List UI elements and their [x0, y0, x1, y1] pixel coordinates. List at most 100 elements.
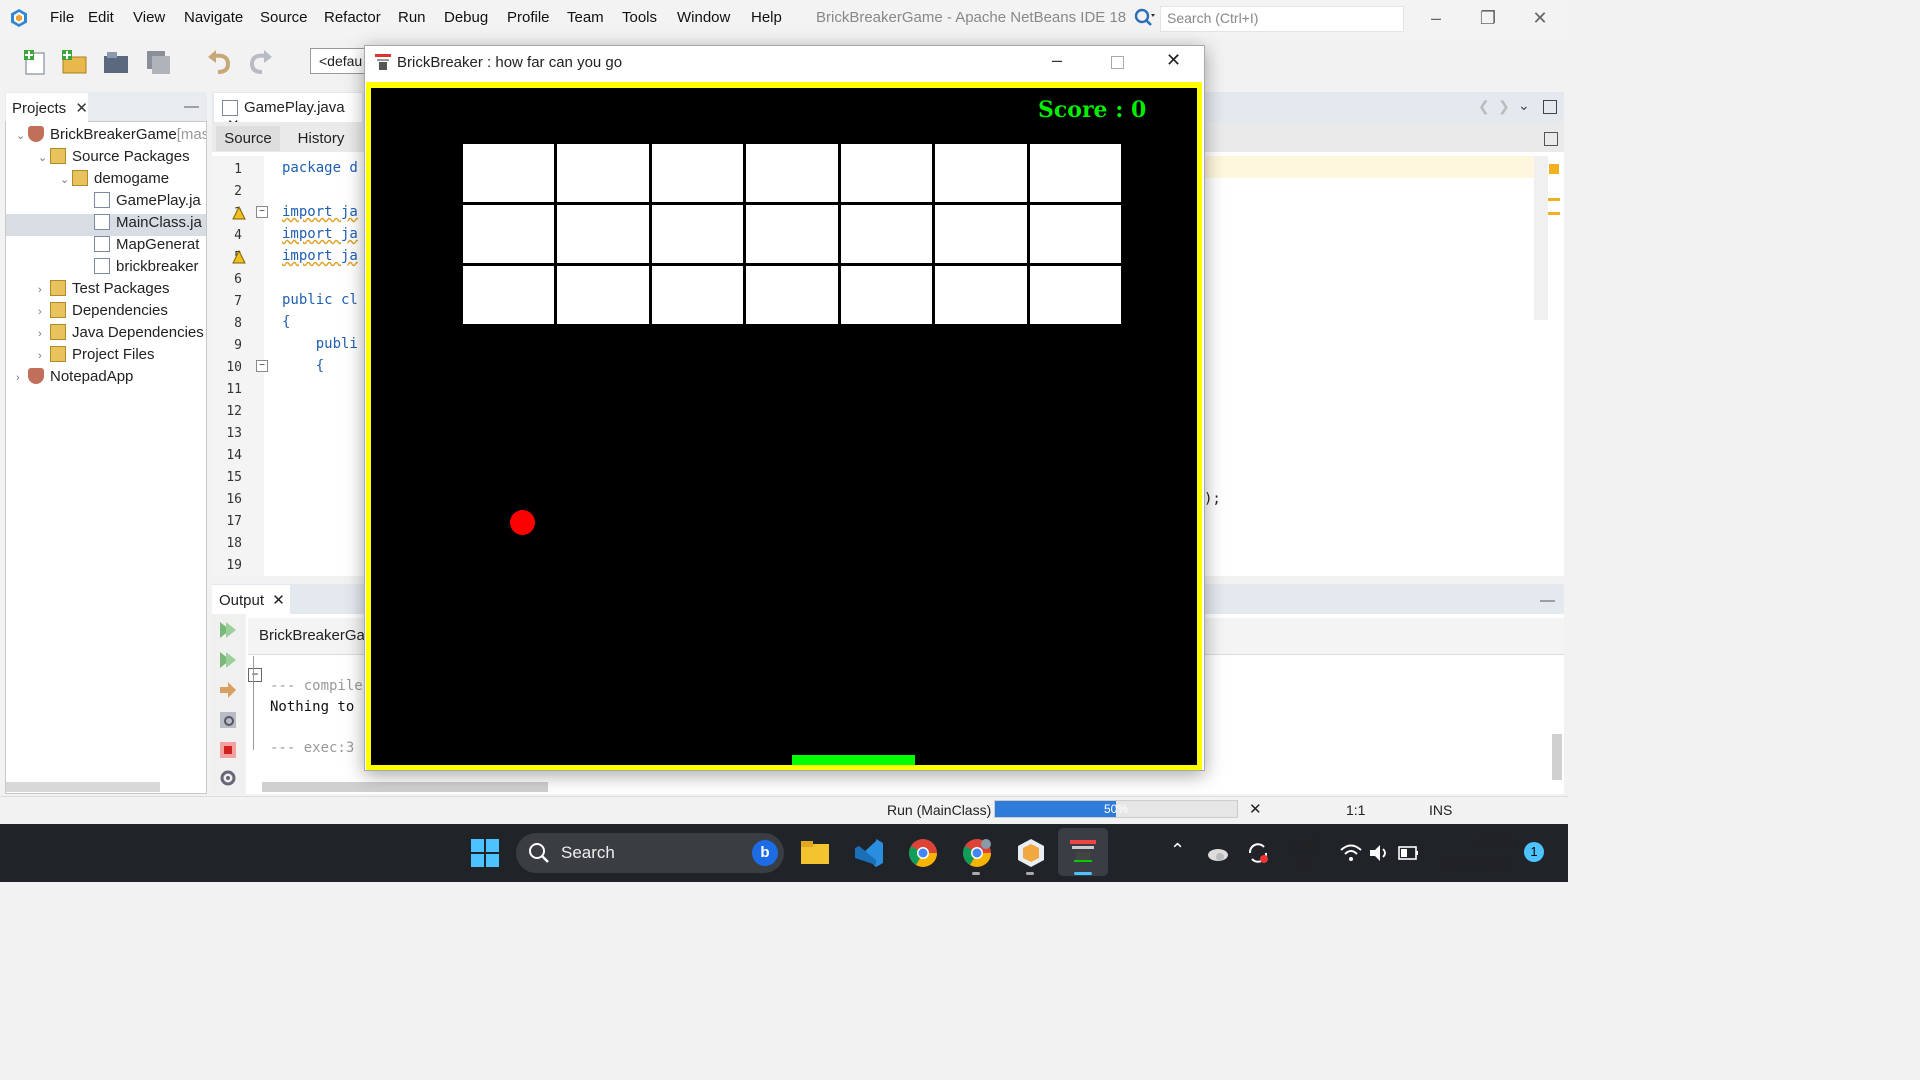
onedrive-cloud-icon[interactable]	[1206, 843, 1230, 863]
language-indicator-bottom[interactable]: IN	[1296, 855, 1310, 871]
menu-window[interactable]: Window	[677, 9, 730, 26]
chevron-down-icon[interactable]: ⌄	[60, 173, 72, 186]
tab-gameplay-java[interactable]: GamePlay.java ✕	[214, 93, 362, 134]
vscode-icon[interactable]	[854, 838, 884, 868]
menu-navigate[interactable]: Navigate	[184, 9, 243, 26]
maximize-window-icon[interactable]	[1543, 100, 1557, 114]
menu-profile[interactable]: Profile	[507, 9, 550, 26]
scroll-tabs-left-icon[interactable]: ❮	[1478, 98, 1490, 115]
warning-stripe-marker[interactable]	[1548, 212, 1560, 215]
chrome-profile-icon[interactable]	[962, 838, 992, 868]
tree-item[interactable]: GamePlay.ja	[6, 192, 206, 214]
tree-item[interactable]: MapGenerat	[6, 236, 206, 258]
volume-icon[interactable]	[1368, 843, 1390, 863]
warning-hint-icon[interactable]	[232, 206, 246, 220]
minimize-button[interactable]: –	[1416, 6, 1456, 32]
menu-team[interactable]: Team	[567, 9, 604, 26]
rerun-with-options-icon[interactable]	[218, 650, 238, 670]
menu-refactor[interactable]: Refactor	[324, 9, 381, 26]
tree-item[interactable]: ⌄ Source Packages	[6, 148, 206, 170]
open-project-icon[interactable]	[102, 48, 130, 76]
tree-item[interactable]: ⌄ demogame	[6, 170, 206, 192]
error-stripe-marker[interactable]	[1549, 164, 1559, 174]
tree-item[interactable]: ⌄ BrickBreakerGame[mas	[6, 126, 206, 148]
clock-date[interactable]: 16-06-2023	[1440, 854, 1512, 870]
stop-icon[interactable]	[218, 740, 238, 760]
search-icon[interactable]	[1134, 8, 1156, 28]
menu-help[interactable]: Help	[751, 9, 782, 26]
tree-item[interactable]: › Dependencies	[6, 302, 206, 324]
wifi-icon[interactable]	[1340, 843, 1362, 863]
editor-scrollbar[interactable]	[1534, 156, 1548, 320]
menu-source[interactable]: Source	[260, 9, 308, 26]
taskbar-search-box[interactable]	[516, 833, 784, 873]
menu-debug[interactable]: Debug	[444, 9, 488, 26]
undo-icon[interactable]	[206, 48, 234, 76]
tab-source[interactable]: Source	[216, 126, 280, 151]
tree-item[interactable]: › Java Dependencies	[6, 324, 206, 346]
tab-output[interactable]: Output ✕	[212, 585, 290, 614]
redo-icon[interactable]	[246, 48, 274, 76]
close-icon[interactable]: ✕	[272, 592, 285, 609]
configuration-combo[interactable]: <defau	[310, 48, 370, 74]
tree-item[interactable]: › Project Files	[6, 346, 206, 368]
menu-view[interactable]: View	[133, 9, 165, 26]
chevron-down-icon[interactable]: ⌄	[38, 151, 50, 164]
rerun-icon[interactable]	[218, 620, 238, 640]
projects-horizontal-scrollbar[interactable]	[6, 782, 160, 792]
chevron-down-icon[interactable]: ⌄	[16, 129, 28, 142]
chevron-right-icon[interactable]: ›	[38, 328, 50, 340]
chevron-right-icon[interactable]: ›	[38, 350, 50, 362]
chevron-right-icon[interactable]: ›	[16, 372, 28, 384]
game-maximize-button[interactable]	[1111, 56, 1124, 69]
clock-time[interactable]: 00:55	[1478, 834, 1513, 850]
chevron-up-icon[interactable]: ⌃	[1170, 840, 1185, 861]
menu-edit[interactable]: Edit	[88, 9, 114, 26]
warning-hint-icon[interactable]	[232, 250, 246, 264]
arrow-right-icon[interactable]	[218, 680, 238, 700]
tree-item[interactable]: MainClass.ja	[6, 214, 206, 236]
chevron-down-icon[interactable]: ⌄	[1518, 97, 1530, 114]
fold-toggle-icon[interactable]: −	[248, 668, 262, 682]
chrome-icon[interactable]	[908, 838, 938, 868]
cancel-process-icon[interactable]: ✕	[1249, 800, 1262, 818]
game-minimize-button[interactable]: –	[1052, 50, 1062, 71]
warning-stripe-marker[interactable]	[1548, 198, 1560, 201]
game-close-button[interactable]: ✕	[1166, 50, 1181, 71]
tab-projects[interactable]: Projects ✕	[6, 93, 88, 122]
fold-toggle-icon[interactable]: −	[256, 360, 268, 372]
menu-tools[interactable]: Tools	[622, 9, 657, 26]
file-explorer-icon[interactable]	[800, 838, 830, 868]
notification-badge[interactable]: 1	[1524, 842, 1544, 862]
menu-run[interactable]: Run	[398, 9, 426, 26]
language-indicator-top[interactable]: ENG	[1290, 836, 1320, 852]
output-horizontal-scrollbar[interactable]	[262, 782, 548, 792]
tree-item[interactable]: brickbreaker	[6, 258, 206, 280]
close-button[interactable]: ✕	[1520, 6, 1560, 32]
chevron-right-icon[interactable]: ›	[38, 284, 50, 296]
output-scrollbar[interactable]	[1552, 734, 1562, 780]
chevron-right-icon[interactable]: ›	[38, 306, 50, 318]
scroll-tabs-right-icon[interactable]: ❯	[1498, 98, 1510, 115]
tree-item[interactable]: › NotepadApp	[6, 368, 206, 390]
bing-icon[interactable]: b	[752, 840, 778, 866]
search-output-icon[interactable]	[218, 710, 238, 730]
paddle[interactable]	[792, 755, 915, 765]
new-project-icon[interactable]	[60, 48, 88, 76]
sync-icon[interactable]	[1246, 841, 1270, 865]
netbeans-taskbar-icon[interactable]	[1016, 838, 1046, 868]
minimize-panel-icon[interactable]: —	[1540, 592, 1555, 609]
minimize-panel-icon[interactable]: —	[184, 98, 199, 115]
new-file-icon[interactable]	[22, 48, 50, 76]
menu-file[interactable]: File	[50, 9, 74, 26]
save-all-icon[interactable]	[144, 48, 172, 76]
tab-history[interactable]: History	[286, 126, 356, 151]
tree-item[interactable]: › Test Packages	[6, 280, 206, 302]
split-editor-icon[interactable]	[1544, 132, 1558, 146]
battery-icon[interactable]	[1398, 845, 1420, 861]
close-icon[interactable]: ✕	[75, 100, 88, 117]
windows-start-icon[interactable]	[470, 838, 500, 868]
restore-button[interactable]: ❐	[1468, 6, 1508, 32]
fold-toggle-icon[interactable]: −	[256, 206, 268, 218]
settings-gear-icon[interactable]	[218, 768, 238, 788]
